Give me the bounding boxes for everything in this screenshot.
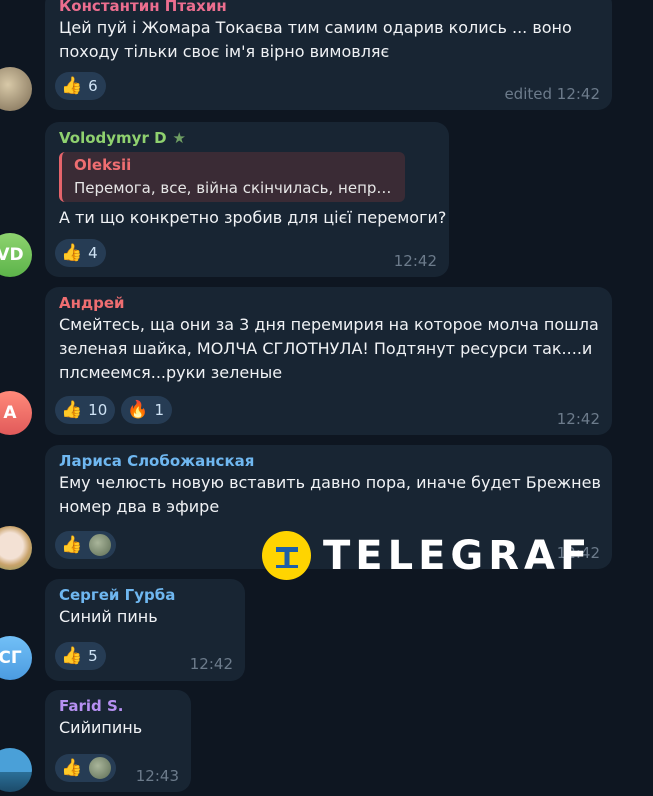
watermark-text: TELEGRAF bbox=[323, 532, 593, 579]
reactor-avatar bbox=[88, 533, 113, 557]
reactor-avatar bbox=[88, 756, 113, 780]
message-text-line: А ти що конкретно зробив для цієї перемо… bbox=[59, 208, 447, 227]
reply-quote[interactable]: Oleksii Перемога, все, війна скінчилась,… bbox=[59, 152, 405, 202]
thumbs-up-icon: 👍 bbox=[61, 242, 83, 263]
reaction-count: 10 bbox=[88, 401, 108, 419]
thumbs-up-icon: 👍 bbox=[61, 534, 83, 555]
message-timestamp: 12:42 bbox=[189, 655, 233, 673]
reaction-thumbs-up[interactable]: 👍 10 bbox=[55, 396, 116, 424]
star-icon: ★ bbox=[172, 129, 186, 147]
avatar-photo[interactable] bbox=[0, 748, 32, 792]
reaction-count: 5 bbox=[88, 647, 98, 665]
message-bubble[interactable]: Volodymyr D ★ Oleksii Перемога, все, вій… bbox=[45, 122, 449, 277]
reaction-thumbs-up[interactable]: 👍 bbox=[55, 754, 117, 782]
message-text-line: походу тільки своє ім'я вірно вимовляє bbox=[59, 42, 390, 61]
reactions-row: 👍 10 🔥 1 bbox=[55, 396, 172, 424]
message-author[interactable]: Farid S. bbox=[59, 696, 177, 716]
message-text-line: Смейтесь, ща они за 3 дня перемирия на к… bbox=[59, 315, 599, 334]
avatar-initials-text: VD bbox=[0, 245, 24, 265]
message-text-line: Цей пуй і Жомара Токаєва тим самим одари… bbox=[59, 18, 572, 37]
message-author[interactable]: Volodymyr D bbox=[59, 128, 167, 148]
message-timestamp: edited 12:42 bbox=[504, 85, 600, 103]
avatar-initials-text: СГ bbox=[0, 648, 22, 668]
message-bubble[interactable]: Сергей Гурба Синий пинь 👍 5 12:42 bbox=[45, 579, 245, 681]
avatar-photo[interactable] bbox=[0, 67, 32, 111]
fire-icon: 🔥 bbox=[127, 399, 149, 420]
thumbs-up-icon: 👍 bbox=[61, 399, 83, 420]
reply-text: Перемога, все, війна скінчилась, неправ… bbox=[74, 179, 395, 197]
message-author[interactable]: Лариса Слобожанская bbox=[59, 451, 598, 471]
reactions-row: 👍 5 bbox=[55, 642, 106, 670]
reactions-row: 👍 6 bbox=[55, 72, 106, 100]
reaction-count: 1 bbox=[154, 401, 164, 419]
thumbs-up-icon: 👍 bbox=[61, 645, 83, 666]
message-text-line: Сийипинь bbox=[59, 718, 143, 737]
reaction-thumbs-up[interactable]: 👍 bbox=[55, 531, 117, 559]
message-author[interactable]: Сергей Гурба bbox=[59, 585, 231, 605]
reactions-row: 👍 bbox=[55, 531, 117, 559]
telegraf-t-glyph bbox=[275, 546, 298, 568]
message-timestamp: 12:42 bbox=[556, 410, 600, 428]
reactions-row: 👍 4 bbox=[55, 239, 106, 267]
avatar-initials-text: А bbox=[3, 403, 17, 423]
avatar-initials[interactable]: А bbox=[0, 391, 32, 435]
telegraf-logo-icon bbox=[262, 531, 311, 580]
thumbs-up-icon: 👍 bbox=[61, 757, 83, 778]
message-text-line: Синий пинь bbox=[59, 607, 158, 626]
message-author[interactable]: Константин Птахин bbox=[59, 0, 598, 16]
reaction-thumbs-up[interactable]: 👍 4 bbox=[55, 239, 106, 267]
message-bubble[interactable]: Константин Птахин Цей пуй і Жомара Токає… bbox=[45, 0, 612, 110]
telegraf-watermark: TELEGRAF bbox=[262, 531, 592, 580]
message-author[interactable]: Андрей bbox=[59, 293, 598, 313]
avatar-initials[interactable]: VD bbox=[0, 233, 32, 277]
message-text-line: зеленая шайка, МОЛЧА СГЛОТНУЛА! Подтянут… bbox=[59, 339, 593, 358]
avatar-initials[interactable]: СГ bbox=[0, 636, 32, 680]
message-bubble[interactable]: Андрей Смейтесь, ща они за 3 дня перемир… bbox=[45, 287, 612, 435]
message-text-line: номер два в эфире bbox=[59, 497, 220, 516]
reaction-fire[interactable]: 🔥 1 bbox=[121, 396, 172, 424]
reaction-thumbs-up[interactable]: 👍 6 bbox=[55, 72, 106, 100]
message-timestamp: 12:42 bbox=[393, 252, 437, 270]
avatar-photo[interactable] bbox=[0, 526, 32, 570]
reaction-count: 4 bbox=[88, 244, 98, 262]
reaction-count: 6 bbox=[88, 77, 98, 95]
reactions-row: 👍 bbox=[55, 754, 117, 782]
message-timestamp: 12:43 bbox=[135, 767, 179, 785]
reply-author: Oleksii bbox=[74, 156, 132, 174]
message-text-line: Ему челюсть новую вставить давно пора, и… bbox=[59, 473, 601, 492]
reaction-thumbs-up[interactable]: 👍 5 bbox=[55, 642, 106, 670]
message-text-line: плсмеемся...руки зеленые bbox=[59, 363, 283, 382]
thumbs-up-icon: 👍 bbox=[61, 75, 83, 96]
message-bubble[interactable]: Farid S. Сийипинь 👍 12:43 bbox=[45, 690, 191, 792]
